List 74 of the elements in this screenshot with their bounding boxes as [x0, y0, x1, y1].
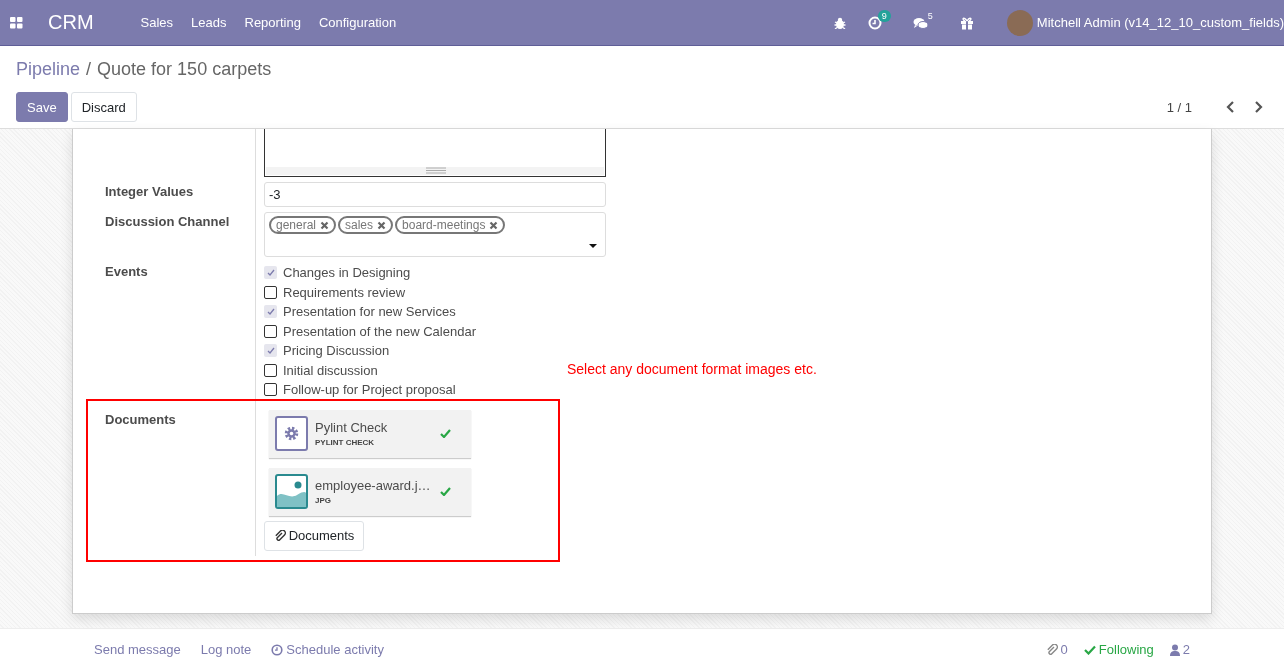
- chatter-action[interactable]: Send message: [94, 642, 181, 657]
- documents-button[interactable]: Documents: [264, 520, 364, 551]
- check-icon: [266, 269, 275, 277]
- clock-icon: [271, 643, 284, 656]
- check-icon: [1083, 644, 1096, 655]
- chat-icon: [912, 16, 929, 29]
- menu-item[interactable]: Configuration: [318, 15, 397, 30]
- chatter-action[interactable]: Schedule activity: [271, 642, 384, 657]
- tag: sales: [338, 216, 394, 234]
- tags-field[interactable]: general sales board-meetings: [264, 212, 606, 257]
- follow-button[interactable]: Following: [1083, 642, 1154, 657]
- checkbox-label: Presentation for new Services: [283, 304, 456, 320]
- bug-icon: [833, 16, 846, 29]
- activity-count: 9: [877, 9, 891, 22]
- tag: general: [269, 216, 337, 234]
- followers-count[interactable]: 2: [1169, 642, 1190, 657]
- menu-item[interactable]: Leads: [191, 15, 227, 30]
- tag: board-meetings: [395, 216, 506, 234]
- remove-icon[interactable]: [377, 220, 387, 230]
- gift-icon: [959, 15, 974, 30]
- attachment-card[interactable]: employee-award.j… JPG: [269, 467, 471, 516]
- checkbox[interactable]: [264, 305, 277, 319]
- file-type: PYLINT CHECK: [315, 438, 376, 447]
- annotation-note: Select any document format images etc.: [567, 361, 817, 377]
- clock-icon: [867, 15, 882, 30]
- checkbox[interactable]: [264, 285, 277, 299]
- message-count: 5: [927, 10, 933, 21]
- breadcrumb-separator: /: [86, 59, 92, 81]
- check-icon: [266, 308, 275, 316]
- check-icon: [266, 347, 275, 355]
- attachment-card[interactable]: Pylint Check PYLINT CHECK: [269, 409, 471, 458]
- paperclip-icon: [1045, 644, 1058, 655]
- apps-menu-icon: [10, 16, 23, 29]
- checkbox[interactable]: [264, 344, 277, 358]
- checkbox[interactable]: [264, 363, 277, 377]
- pager-count: 1 / 1: [1166, 99, 1192, 115]
- remove-icon[interactable]: [489, 220, 499, 230]
- checkbox-label: Presentation of the new Calendar: [283, 323, 476, 339]
- attachment-count[interactable]: 0: [1045, 642, 1068, 657]
- field-label: Documents: [105, 411, 176, 427]
- checkbox-label: Follow-up for Project proposal: [283, 382, 456, 398]
- menu-item[interactable]: Sales: [140, 15, 174, 30]
- menu-item[interactable]: Reporting: [244, 15, 301, 30]
- file-name: Pylint Check: [315, 420, 389, 435]
- checkbox-label: Pricing Discussion: [283, 343, 390, 359]
- field-label: Events: [105, 264, 148, 279]
- checkbox[interactable]: [264, 324, 277, 338]
- file-name: employee-award.j…: [315, 478, 432, 493]
- caret-icon: [589, 244, 597, 248]
- field-label: Integer Values: [105, 184, 194, 199]
- next-icon[interactable]: [1254, 101, 1263, 113]
- previous-icon[interactable]: [1226, 101, 1235, 113]
- app-name[interactable]: CRM: [48, 11, 94, 34]
- image-file-icon: [275, 474, 308, 509]
- checkbox-label: Requirements review: [283, 284, 406, 300]
- checkbox[interactable]: [264, 383, 277, 397]
- save-button[interactable]: Save: [16, 92, 68, 122]
- resize-handle-icon: [426, 167, 446, 174]
- paperclip-icon: [273, 530, 286, 541]
- user-name[interactable]: Mitchell Admin (v14_12_10_custom_fields): [1036, 15, 1284, 30]
- checkbox[interactable]: [264, 266, 277, 280]
- remove-icon[interactable]: [320, 220, 330, 230]
- text-area[interactable]: [264, 129, 606, 177]
- discard-button[interactable]: Discard: [70, 92, 137, 122]
- record-title: Quote for 150 carpets: [97, 59, 272, 81]
- person-icon: [1169, 643, 1180, 656]
- integer-field[interactable]: -3: [264, 182, 606, 207]
- file-type: JPG: [315, 496, 332, 505]
- chatter-action[interactable]: Log note: [200, 642, 252, 657]
- gear-icon: [275, 416, 308, 451]
- field-label: Discussion Channel: [105, 214, 230, 229]
- checkbox-label: Changes in Designing: [283, 265, 411, 281]
- breadcrumb-link[interactable]: Pipeline: [16, 59, 81, 91]
- checkbox-label: Initial discussion: [283, 362, 378, 378]
